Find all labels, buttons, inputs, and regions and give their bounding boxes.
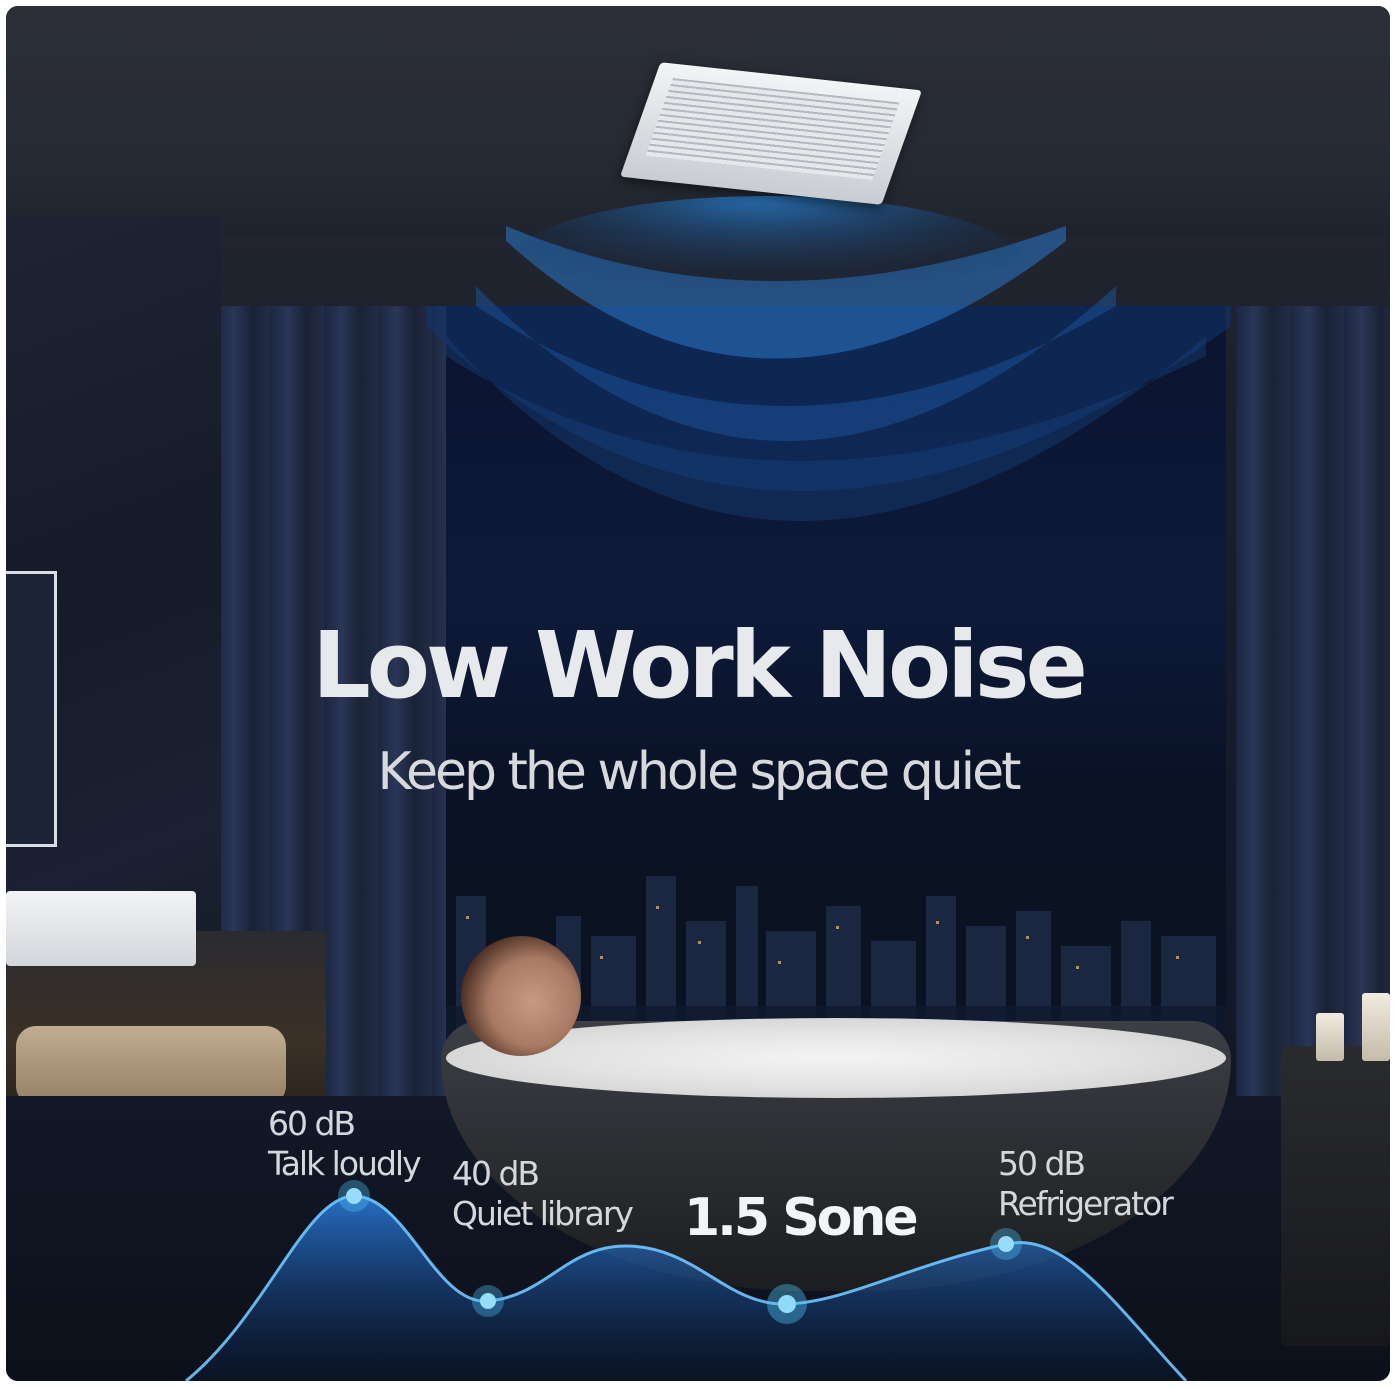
sone-rating: 1.5 Sone bbox=[684, 1188, 919, 1248]
woman-relaxing bbox=[461, 936, 581, 1056]
noise-level-refrigerator: 50 dB Refrigerator bbox=[998, 1144, 1174, 1224]
fan-grille bbox=[645, 78, 900, 181]
noise-description: Refrigerator bbox=[998, 1184, 1174, 1223]
noise-db: 60 dB bbox=[268, 1104, 356, 1143]
noise-description: Talk loudly bbox=[268, 1144, 422, 1183]
noise-level-library: 40 dB Quiet library bbox=[452, 1154, 634, 1234]
candles bbox=[1316, 991, 1390, 1061]
noise-description: Quiet library bbox=[452, 1194, 634, 1233]
noise-db: 40 dB bbox=[452, 1154, 540, 1193]
headline: Low Work Noise bbox=[312, 612, 1088, 719]
sink bbox=[6, 891, 196, 966]
noise-db: 50 dB bbox=[998, 1144, 1086, 1183]
towels bbox=[16, 1026, 286, 1106]
noise-level-talk: 60 dB Talk loudly bbox=[268, 1104, 422, 1184]
subheadline: Keep the whole space quiet bbox=[377, 742, 1021, 802]
